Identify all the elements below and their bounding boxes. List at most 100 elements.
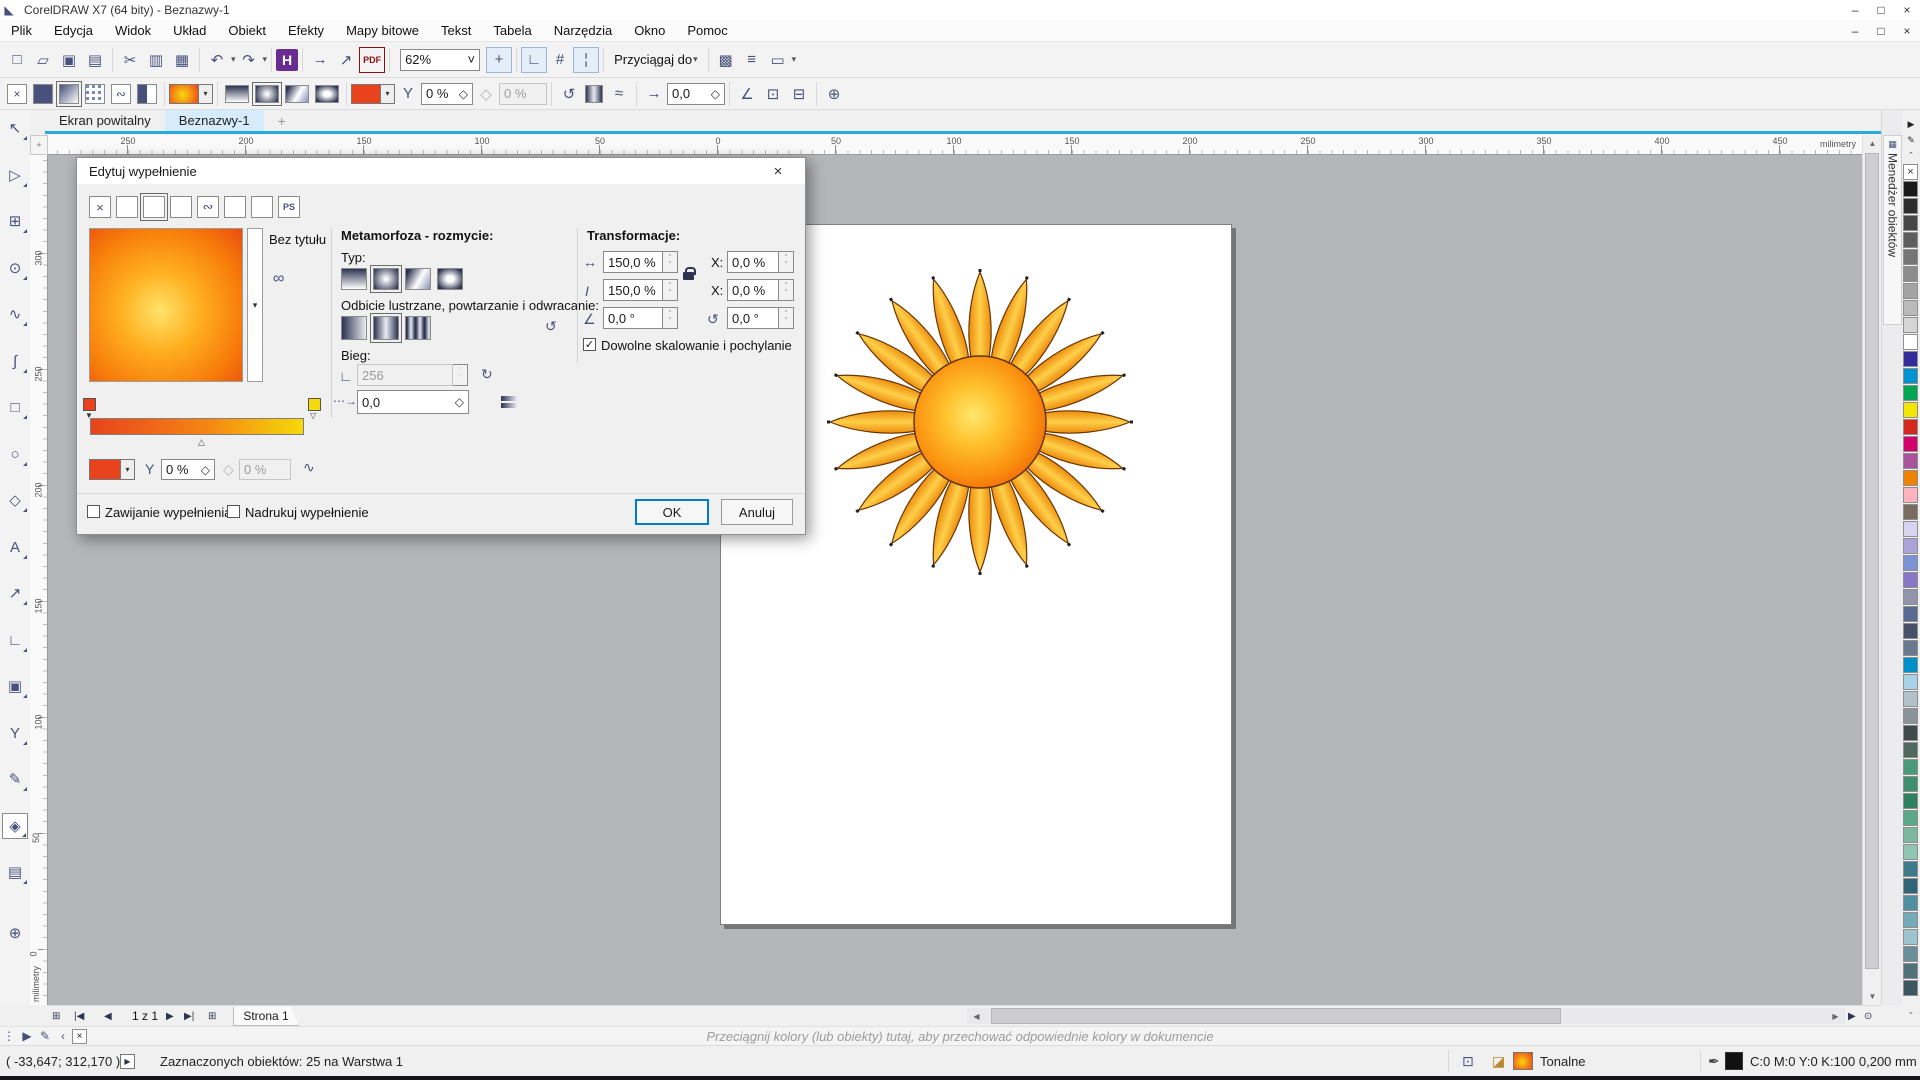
stop-transparency-stepper-icon[interactable]: ◇ [198,463,210,477]
x-offset-spinner[interactable]: ˆˇ [779,251,794,273]
x-offset-field[interactable]: 0,0 % ˆˇ [727,251,794,273]
no-color-swatch[interactable]: × [1903,164,1918,180]
rotate-spinner[interactable]: ˆˇ [779,307,794,329]
palette-swatch[interactable] [1903,742,1918,758]
rulers-toggle-icon[interactable]: ∟ [521,47,547,73]
corner-pan-icon[interactable]: ▶ [1848,1008,1856,1024]
menu-efekty[interactable]: Efekty [277,23,335,38]
export-icon[interactable]: ↗ [333,47,359,73]
palette-swatch[interactable] [1903,827,1918,843]
redo-dropdown-icon[interactable]: ▾ [263,54,268,65]
palette-swatch[interactable] [1903,844,1918,860]
scroll-down-icon[interactable]: ▼ [1863,988,1882,1005]
palette-swatch[interactable] [1903,334,1918,350]
fill-height-field[interactable]: 150,0 % ˆˇ [603,279,678,301]
close-button[interactable]: × [1894,1,1920,19]
edit-fill-icon[interactable]: ⊟ [786,81,812,107]
skew-field[interactable]: 0,0 ° ˆˇ [603,307,678,329]
pan-icon[interactable]: + [486,47,512,73]
maximize-button[interactable]: □ [1868,1,1894,19]
open-icon[interactable]: ▱ [30,47,56,73]
palette-swatch[interactable] [1903,385,1918,401]
connector-tool[interactable]: ∟ [2,627,28,653]
palette-swatch[interactable] [1903,708,1918,724]
dlg-two-color-tile[interactable] [224,196,246,218]
smooth-fill-icon[interactable]: ≈ [606,81,632,107]
reverse-fill-icon[interactable]: ↺ [556,81,582,107]
flower-center[interactable] [914,356,1046,488]
offset-field[interactable]: 0,0 ◇ [357,390,469,414]
steps-unlock-icon[interactable]: ↻ [481,366,493,383]
palette-swatch[interactable] [1903,249,1918,265]
shape-tool[interactable]: ▷ [2,162,28,188]
stop-curve-icon[interactable]: ∿ [303,459,315,476]
palette-swatch[interactable] [1903,623,1918,639]
menu-uk-ad[interactable]: Układ [162,23,217,38]
dlg-fountain-fill-tile[interactable] [143,196,165,218]
menu-okno[interactable]: Okno [623,23,676,38]
offset-stepper-icon[interactable]: ◇ [708,87,720,101]
palette-swatch[interactable] [1903,300,1918,316]
welcome-screen-icon[interactable]: ▩ [713,47,739,73]
conical-fountain-button[interactable] [285,85,309,103]
text-tool[interactable]: A [2,534,28,560]
grid-toggle-icon[interactable]: # [547,47,573,73]
previous-page-button[interactable]: ◀ [104,1008,112,1024]
palette-swatch[interactable] [1903,946,1918,962]
dimension-tool[interactable]: ↗ [2,580,28,606]
palette-swatch[interactable] [1903,640,1918,656]
ruler-origin-button[interactable]: + [30,135,48,155]
selection-node[interactable] [1122,373,1126,377]
menu-pomoc[interactable]: Pomoc [676,23,738,38]
palette-swatch[interactable] [1903,878,1918,894]
fill-preview[interactable] [89,228,243,382]
next-page-button[interactable]: ▶ [166,1008,174,1024]
artistic-media-tool[interactable]: ∫ [2,348,28,374]
color-eyedropper-tool[interactable]: ✎ [2,766,28,792]
scroll-right-icon[interactable]: ▶ [1826,1008,1845,1024]
crop-tool[interactable]: ⊞ [2,208,28,234]
minimize-button[interactable]: – [1842,1,1868,19]
palette-swatch[interactable] [1903,589,1918,605]
snap-to-dropdown[interactable]: Przyciągaj do ▾ [608,47,704,73]
drop-shadow-tool[interactable]: ▣ [2,673,28,699]
quick-customize-button[interactable]: ⊕ [2,920,28,946]
scroll-up-icon[interactable]: ▲ [1863,135,1882,152]
fill-picker-swatch[interactable] [169,84,199,104]
palette-swatch[interactable] [1903,555,1918,571]
menu-tabela[interactable]: Tabela [482,23,542,38]
dlg-postscript-tile[interactable]: PS [278,196,300,218]
docker-tab-object-manager[interactable]: ▦ Menedżer obiektów [1883,135,1902,325]
smooth-transition-icon[interactable] [501,396,517,409]
pattern-fill-tile[interactable] [85,84,105,104]
linear-fountain-button[interactable] [225,85,249,103]
vertical-ruler[interactable]: 300250200150100500 [30,155,48,1005]
color-proof-icon[interactable]: ⊡ [1462,1053,1474,1070]
fill-status-swatch[interactable] [1513,1052,1533,1070]
palette-swatch[interactable] [1903,419,1918,435]
palette-swatch[interactable] [1903,351,1918,367]
no-fill-tile[interactable]: × [7,84,27,104]
fill-width-field[interactable]: 150,0 % ˆˇ [603,251,678,273]
palette-swatch[interactable] [1903,538,1918,554]
vertical-scrollbar[interactable]: ▲ ▼ [1862,135,1881,1005]
application-view-icon[interactable]: ▭ [765,47,791,73]
page-tab-strona-1[interactable]: Strona 1 [233,1007,299,1026]
menu-obiekt[interactable]: Obiekt [217,23,277,38]
selection-node[interactable] [979,572,982,575]
selection-node[interactable] [1122,467,1126,471]
publish-pdf-icon[interactable]: PDF [359,47,385,73]
undo-icon[interactable]: ↶ [204,47,230,73]
zoom-tool[interactable]: ⊙ [2,255,28,281]
menu-plik[interactable]: Plik [0,23,43,38]
mirror-repeat-button[interactable] [405,316,431,340]
selection-node[interactable] [834,467,838,471]
palette-swatch[interactable] [1903,912,1918,928]
overprint-checkbox[interactable] [227,505,240,518]
skew-fill-icon[interactable]: ∠ [734,81,760,107]
palette-swatch[interactable] [1903,674,1918,690]
selection-node[interactable] [1025,564,1029,568]
palette-swatch[interactable] [1903,810,1918,826]
fill-library-dropdown[interactable]: ▾ [247,228,263,382]
fill-height-spinner[interactable]: ˆˇ [663,279,678,301]
